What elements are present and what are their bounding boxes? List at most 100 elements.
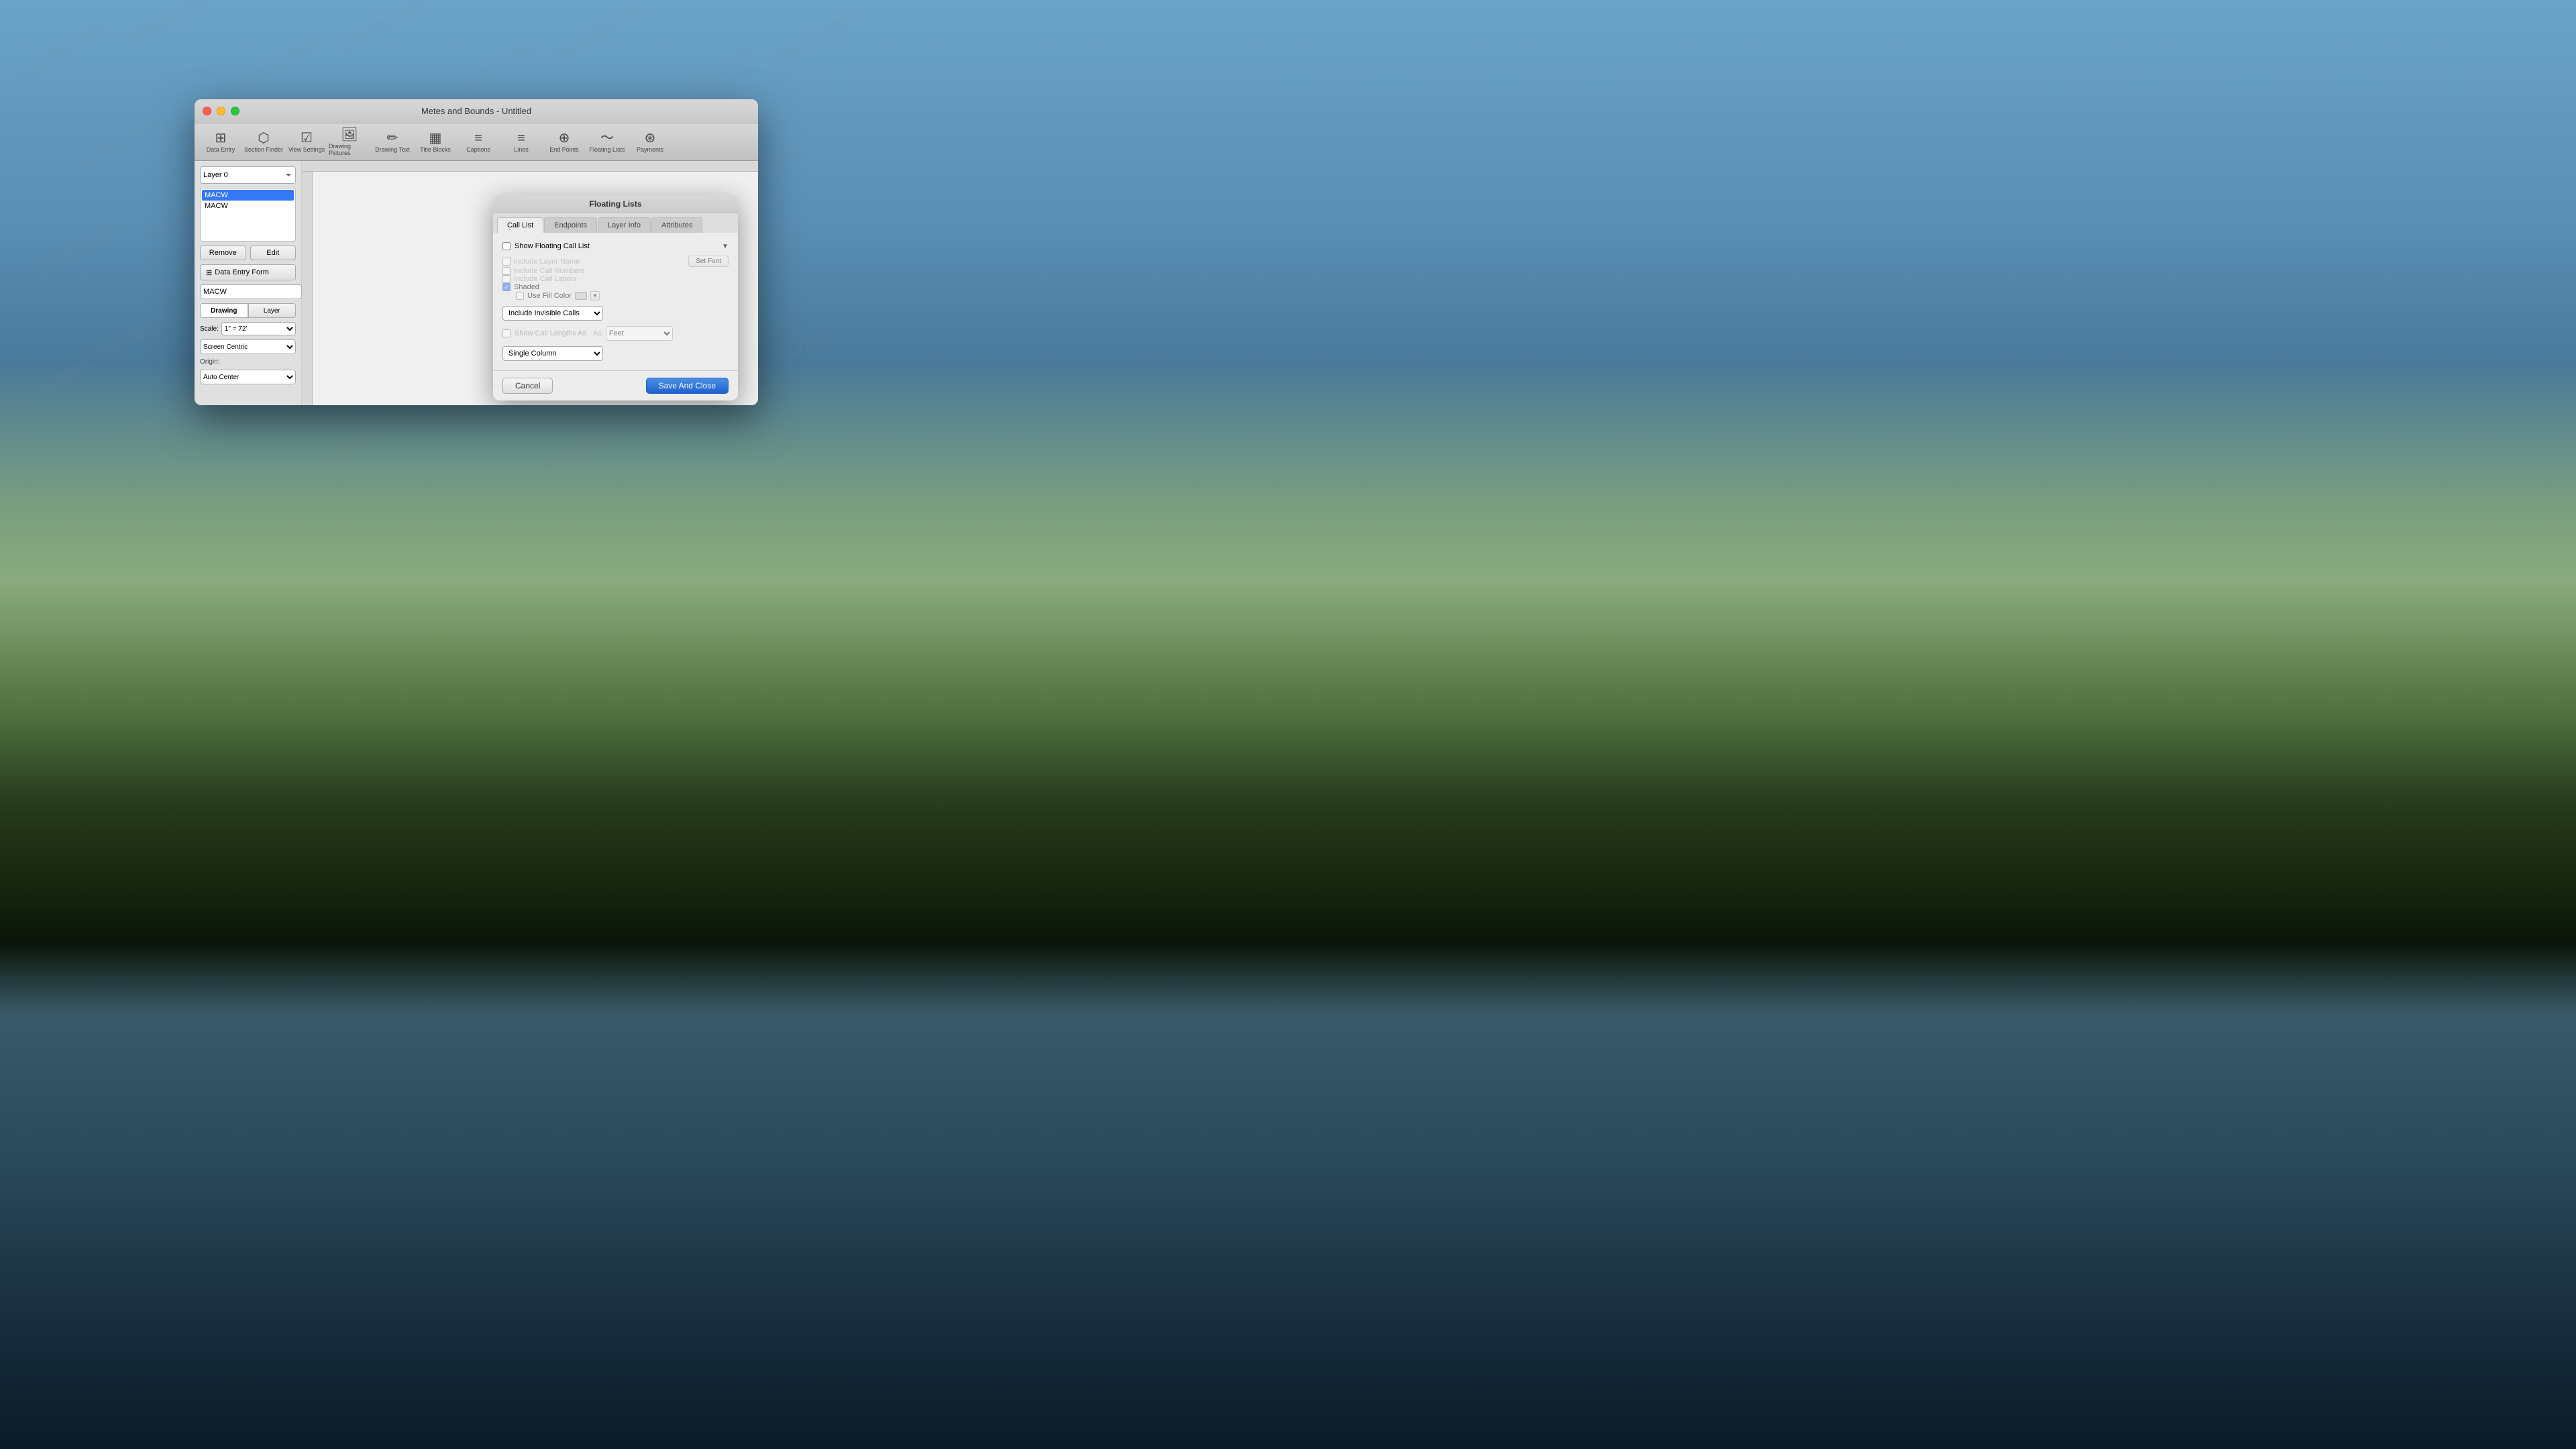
window-title: Metes and Bounds - Untitled: [421, 106, 531, 116]
toolbar-title-blocks-label: Title Blocks: [420, 146, 451, 153]
toolbar-captions-label: Captions: [466, 146, 490, 153]
screen-centric-select[interactable]: Screen Centric: [200, 339, 296, 354]
maximize-button[interactable]: [231, 107, 239, 115]
column-layout-row: Single Column Two Columns: [502, 346, 729, 361]
macw-input[interactable]: [200, 284, 302, 299]
color-dropdown-button[interactable]: ▼: [590, 291, 600, 301]
toolbar-section-finder-label: Section Finder: [244, 146, 283, 153]
drawing-tab[interactable]: Drawing: [200, 303, 248, 318]
include-invisible-calls-row: Include Invisible Calls Exclude Invisibl…: [502, 306, 729, 321]
title-blocks-icon: ▦: [429, 131, 442, 145]
use-fill-color-row: Use Fill Color ▼: [502, 291, 729, 301]
shaded-checkbox[interactable]: [502, 283, 511, 291]
toolbar-end-points[interactable]: ⊕ End Points: [543, 126, 585, 158]
use-fill-color-checkbox[interactable]: [516, 292, 524, 300]
list-item[interactable]: MACW: [202, 190, 294, 201]
dialog-footer: Cancel Save And Close: [493, 370, 738, 400]
dialog-body: Show Floating Call List ▼ Include Layer …: [493, 233, 738, 370]
auto-center-select[interactable]: Auto Center: [200, 370, 296, 384]
show-call-lengths-row: Show Call Lengths As As Feet Meters: [502, 326, 729, 341]
layer-tab[interactable]: Layer: [248, 303, 297, 318]
toolbar-payments-label: Payments: [637, 146, 663, 153]
toolbar-drawing-pictures[interactable]: 🖼 Drawing Pictures: [329, 126, 370, 158]
column-layout-select[interactable]: Single Column Two Columns: [502, 346, 603, 361]
include-call-labels-label: Include Call Labels: [502, 275, 576, 283]
toolbar-view-settings[interactable]: ☑ View Settings: [286, 126, 327, 158]
origin-label: Origin:: [200, 358, 296, 366]
show-call-lengths-checkbox[interactable]: [502, 329, 511, 337]
close-button[interactable]: [203, 107, 211, 115]
layer-select[interactable]: Layer 0: [200, 166, 296, 184]
layer-list[interactable]: MACW MACW: [200, 188, 296, 241]
edit-button[interactable]: Edit: [250, 246, 297, 260]
ruler-top: [302, 161, 758, 172]
drawing-pictures-icon: 🖼: [341, 128, 358, 142]
include-layer-name-row: Include Layer Name Set Font: [502, 256, 729, 267]
tab-layer-info[interactable]: Layer Info: [598, 217, 651, 233]
macw-input-row: Add: [200, 284, 296, 299]
section-finder-icon: ⬡: [258, 131, 269, 145]
tab-call-list[interactable]: Call List: [497, 217, 543, 233]
floating-lists-icon: 〜: [600, 131, 614, 145]
save-and-close-button[interactable]: Save And Close: [646, 378, 729, 394]
include-layer-name-label: Include Layer Name: [502, 258, 580, 266]
ruler-left: [302, 172, 313, 405]
remove-button[interactable]: Remove: [200, 246, 246, 260]
include-invisible-calls-select[interactable]: Include Invisible Calls Exclude Invisibl…: [502, 306, 603, 321]
scale-row: Scale: 1" = 72': [200, 322, 296, 335]
toolbar-data-entry[interactable]: ⊞ Data Entry: [200, 126, 241, 158]
minimize-button[interactable]: [217, 107, 225, 115]
toolbar-floating-lists[interactable]: 〜 Floating Lists: [586, 126, 628, 158]
shaded-row: Shaded: [502, 283, 729, 291]
toolbar-captions[interactable]: ≡ Captions: [458, 126, 499, 158]
floating-lists-dialog: Floating Lists Call List Endpoints Layer…: [493, 195, 738, 400]
data-entry-icon: ⊞: [215, 131, 227, 145]
end-points-icon: ⊕: [559, 131, 570, 145]
data-entry-form-button[interactable]: ⊞ Data Entry Form: [200, 264, 296, 280]
dialog-tabs: Call List Endpoints Layer Info Attribute…: [493, 213, 738, 233]
include-call-labels-checkbox[interactable]: [502, 275, 511, 283]
dropdown-arrow-icon: ▼: [722, 243, 729, 250]
toolbar-section-finder[interactable]: ⬡ Section Finder: [243, 126, 284, 158]
include-call-labels-row: Include Call Labels: [502, 275, 729, 283]
toolbar-drawing-pictures-label: Drawing Pictures: [329, 143, 370, 156]
scale-label: Scale:: [200, 325, 219, 333]
include-call-numbers-label: Include Call Numbers: [502, 267, 584, 275]
set-font-button[interactable]: Set Font: [688, 256, 729, 267]
main-content: Layer 0 MACW MACW Remove Edit ⊞ Data Ent…: [195, 161, 758, 405]
dialog-title: Floating Lists: [590, 199, 642, 209]
scale-select[interactable]: 1" = 72': [221, 322, 296, 335]
drawing-text-icon: ✏: [387, 131, 398, 145]
toolbar-data-entry-label: Data Entry: [207, 146, 235, 153]
app-window: Metes and Bounds - Untitled ⊞ Data Entry…: [195, 99, 758, 405]
toolbar-floating-lists-label: Floating Lists: [589, 146, 625, 153]
include-call-numbers-row: Include Call Numbers: [502, 267, 729, 275]
include-layer-name-checkbox[interactable]: [502, 258, 511, 266]
tab-attributes[interactable]: Attributes: [651, 217, 702, 233]
toolbar-title-blocks[interactable]: ▦ Title Blocks: [415, 126, 456, 158]
feet-select[interactable]: Feet Meters: [606, 326, 673, 341]
payments-icon: ⊛: [645, 131, 656, 145]
toolbar-drawing-text[interactable]: ✏ Drawing Text: [372, 126, 413, 158]
data-entry-icon: ⊞: [206, 268, 212, 277]
cancel-button[interactable]: Cancel: [502, 378, 553, 394]
show-floating-call-list-row: Show Floating Call List ▼: [502, 242, 729, 250]
view-settings-icon: ☑: [301, 131, 313, 145]
dialog-title-bar: Floating Lists: [493, 195, 738, 213]
toolbar-lines-label: Lines: [514, 146, 529, 153]
include-call-numbers-checkbox[interactable]: [502, 267, 511, 275]
list-item[interactable]: MACW: [202, 201, 294, 211]
color-swatch[interactable]: [575, 292, 587, 300]
captions-icon: ≡: [474, 131, 482, 145]
sidebar-tab-row: Drawing Layer: [200, 303, 296, 318]
tab-endpoints[interactable]: Endpoints: [544, 217, 597, 233]
show-floating-call-list-checkbox[interactable]: [502, 242, 511, 250]
canvas-area: Floating Lists Call List Endpoints Layer…: [302, 161, 758, 405]
toolbar-payments[interactable]: ⊛ Payments: [629, 126, 671, 158]
sidebar: Layer 0 MACW MACW Remove Edit ⊞ Data Ent…: [195, 161, 302, 405]
traffic-lights: [203, 107, 239, 115]
show-floating-call-list-label: Show Floating Call List: [515, 242, 590, 250]
toolbar-lines[interactable]: ≡ Lines: [500, 126, 542, 158]
toolbar-drawing-text-label: Drawing Text: [375, 146, 410, 153]
lines-icon: ≡: [517, 131, 525, 145]
